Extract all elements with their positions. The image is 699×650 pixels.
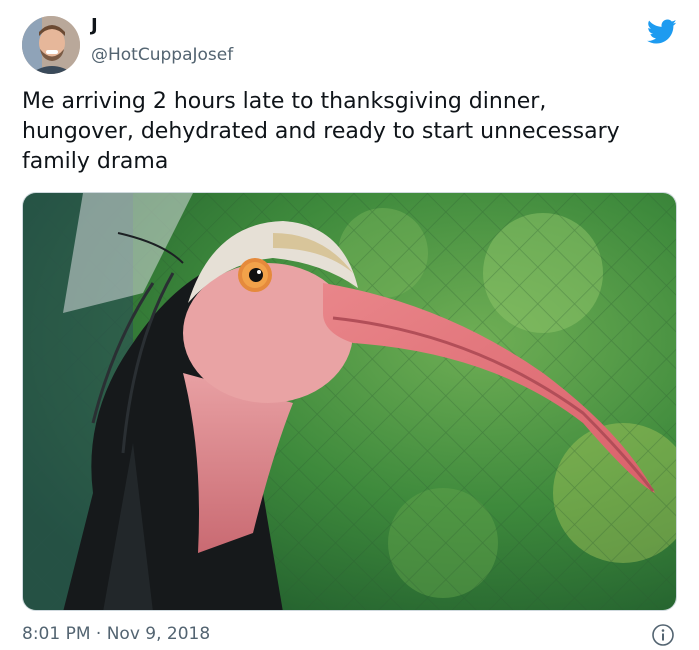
tweet-timestamp[interactable]: 8:01 PM · Nov 9, 2018 xyxy=(22,622,210,646)
info-icon[interactable] xyxy=(651,623,675,647)
twitter-bird-icon[interactable] xyxy=(647,19,677,45)
author-handle[interactable]: @HotCuppaJosef xyxy=(91,44,233,66)
tweet-text: Me arriving 2 hours late to thanksgiving… xyxy=(22,89,620,174)
author-display-name[interactable]: J xyxy=(91,14,98,38)
tweet-media-image[interactable] xyxy=(22,192,677,611)
avatar[interactable] xyxy=(22,16,80,74)
